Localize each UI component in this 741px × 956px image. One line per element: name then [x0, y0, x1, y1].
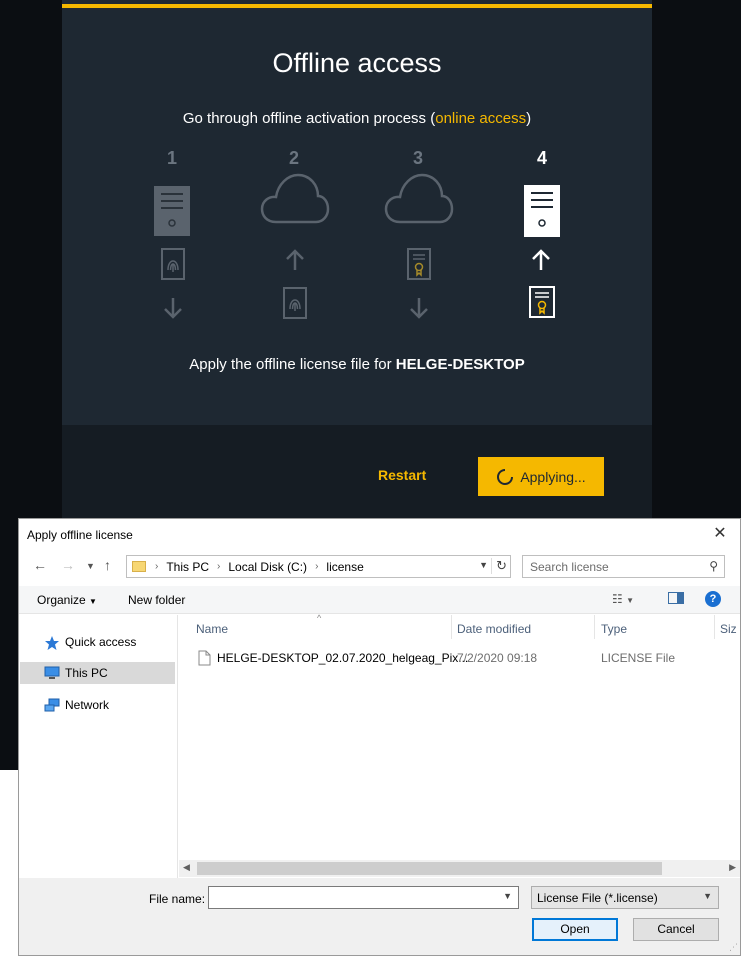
nav-item-label: This PC — [65, 666, 108, 680]
column-header-name[interactable]: Name — [196, 622, 228, 636]
open-button[interactable]: Open — [532, 918, 618, 941]
breadcrumb-separator-icon: › — [217, 561, 221, 572]
fingerprint-icon — [283, 287, 307, 319]
file-type-value: License File (*.license) — [537, 891, 658, 905]
refresh-icon[interactable]: ↻ — [491, 558, 507, 574]
scrollbar-thumb[interactable] — [197, 862, 662, 875]
network-icon — [44, 698, 60, 712]
dialog-title: Apply offline license — [27, 528, 133, 542]
panel-accent-bar — [62, 4, 652, 8]
column-header-size[interactable]: Siz — [720, 622, 737, 636]
folder-icon — [132, 561, 146, 572]
certificate-icon — [529, 286, 555, 318]
organize-button[interactable]: Organize ▼ — [37, 593, 97, 607]
breadcrumb-local-disk[interactable]: Local Disk (C:) — [228, 560, 307, 574]
scroll-right-icon[interactable]: ▶ — [729, 862, 736, 873]
certificate-icon — [407, 248, 431, 280]
close-icon[interactable]: ✕ — [706, 523, 734, 545]
computer-icon — [44, 666, 60, 679]
address-bar[interactable]: › This PC › Local Disk (C:) › license ▼ … — [126, 555, 511, 578]
nav-item-quick-access[interactable]: Quick access — [20, 631, 175, 653]
restart-button[interactable]: Restart — [378, 467, 426, 483]
file-row[interactable]: HELGE-DESKTOP_02.07.2020_helgeag_Pix... … — [179, 647, 740, 669]
file-open-dialog: Apply offline license ✕ ← → ▼ ↑ › This P… — [18, 518, 741, 956]
file-name-input[interactable]: ▼ — [208, 886, 519, 909]
star-icon — [45, 636, 59, 650]
subtitle: Go through offline activation process (o… — [62, 110, 652, 127]
column-headers: ^ Name Date modified Type Siz — [179, 613, 740, 639]
column-divider[interactable] — [594, 615, 595, 639]
preview-pane-icon[interactable] — [668, 592, 684, 604]
search-placeholder: Search license — [530, 559, 609, 574]
scroll-left-icon[interactable]: ◀ — [183, 862, 190, 873]
computer-tower-icon — [524, 185, 560, 237]
arrow-up-icon — [286, 249, 304, 270]
change-view-icon[interactable]: ☷ ▼ — [612, 592, 634, 606]
cloud-icon — [260, 173, 330, 224]
subtitle-text: Go through offline activation process ( — [182, 110, 436, 127]
new-folder-button[interactable]: New folder — [128, 593, 185, 607]
activation-panel: Offline access Go through offline activa… — [62, 0, 652, 520]
file-date: 7/2/2020 09:18 — [457, 651, 538, 665]
chevron-down-icon[interactable]: ▼ — [503, 891, 512, 901]
applying-button[interactable]: Applying... — [478, 457, 604, 496]
arrow-up-icon — [532, 249, 550, 270]
file-icon — [198, 650, 211, 666]
apply-instruction: Apply the offline license file for HELGE… — [62, 356, 652, 373]
column-divider[interactable] — [714, 615, 715, 639]
search-input[interactable]: Search license ⚲ — [522, 555, 725, 578]
step-number-3: 3 — [412, 148, 423, 168]
nav-item-label: Network — [65, 698, 110, 712]
forward-arrow-icon[interactable]: → — [61, 557, 75, 573]
breadcrumb-separator-icon: › — [315, 561, 319, 572]
arrow-down-icon — [164, 298, 182, 319]
sort-ascending-icon: ^ — [317, 613, 322, 623]
spinner-icon — [497, 468, 514, 485]
online-access-link[interactable]: online access — [435, 110, 526, 127]
applying-label: Applying... — [520, 468, 586, 485]
search-icon: ⚲ — [709, 559, 718, 573]
fingerprint-icon — [161, 248, 185, 280]
page-title: Offline access — [272, 48, 442, 78]
column-header-date[interactable]: Date modified — [457, 622, 531, 636]
chevron-down-icon: ▼ — [89, 597, 97, 606]
dialog-footer: File name: ▼ License File (*.license) ▼ … — [19, 878, 740, 955]
arrow-down-icon — [410, 298, 428, 319]
navigation-pane: Quick access This PC Network — [19, 615, 178, 880]
cloud-icon — [384, 173, 454, 224]
horizontal-scrollbar[interactable]: ◀ ▶ — [179, 860, 740, 877]
up-arrow-icon[interactable]: ↑ — [104, 557, 111, 573]
apply-instruction-text: Apply the offline license file for — [189, 356, 396, 373]
step-number-2: 2 — [288, 148, 299, 168]
nav-item-this-pc[interactable]: This PC — [20, 662, 175, 684]
back-arrow-icon[interactable]: ← — [33, 557, 47, 573]
subtitle-suffix: ) — [526, 110, 532, 127]
file-name: HELGE-DESKTOP_02.07.2020_helgeag_Pix... — [217, 651, 469, 665]
computer-tower-icon — [154, 186, 190, 236]
breadcrumb-this-pc[interactable]: This PC — [166, 560, 209, 574]
machine-name: HELGE-DESKTOP — [395, 356, 525, 373]
file-type: LICENSE File — [601, 651, 676, 665]
chevron-down-icon: ▼ — [703, 891, 712, 901]
step-number-4: 4 — [536, 148, 547, 168]
nav-item-network[interactable]: Network — [20, 694, 175, 716]
column-header-type[interactable]: Type — [601, 622, 627, 636]
organize-label: Organize — [37, 593, 86, 607]
column-divider[interactable] — [451, 615, 452, 639]
resize-grip-icon[interactable]: ⋰ — [729, 942, 738, 953]
chevron-down-icon[interactable]: ▼ — [479, 560, 488, 570]
file-type-select[interactable]: License File (*.license) ▼ — [531, 886, 719, 909]
breadcrumb-license[interactable]: license — [326, 560, 363, 574]
recent-locations-chevron-icon[interactable]: ▼ — [86, 561, 95, 571]
help-icon[interactable]: ? — [705, 591, 721, 607]
cancel-button[interactable]: Cancel — [633, 918, 719, 941]
step-number-1: 1 — [166, 148, 177, 168]
file-name-label: File name: — [149, 892, 206, 906]
nav-item-label: Quick access — [65, 635, 137, 649]
command-bar: Organize ▼ New folder ☷ ▼ ? — [19, 586, 740, 614]
breadcrumb-separator-icon: › — [155, 561, 159, 572]
